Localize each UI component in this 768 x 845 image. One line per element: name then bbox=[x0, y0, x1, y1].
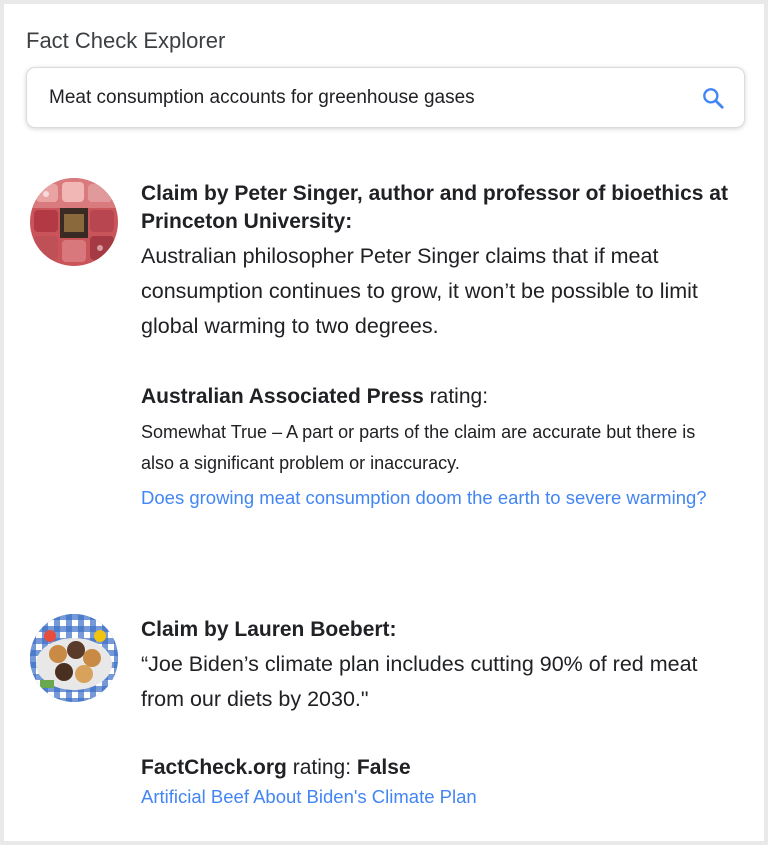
article-link[interactable]: Does growing meat consumption doom the e… bbox=[141, 482, 731, 514]
article-link[interactable]: Artificial Beef About Biden's Climate Pl… bbox=[141, 781, 731, 813]
rating-description: Somewhat True – A part or parts of the c… bbox=[141, 422, 696, 473]
search-box[interactable] bbox=[26, 67, 745, 128]
search-input[interactable] bbox=[49, 68, 689, 127]
publisher-name: FactCheck.org bbox=[141, 756, 287, 779]
rating-label: rating: bbox=[423, 385, 489, 408]
rating-line: Australian Associated Press rating: bbox=[141, 383, 731, 411]
rating-label: rating: bbox=[286, 756, 357, 779]
fact-check-panel: Fact Check Explorer Meat consumption acc… bbox=[4, 4, 764, 841]
publisher-name: Australian Associated Press bbox=[141, 385, 424, 408]
claim-text: Australian philosopher Peter Singer clai… bbox=[141, 244, 698, 338]
claim-text: “Joe Biden’s climate plan includes cutti… bbox=[141, 652, 698, 711]
claimant: Claim by Peter Singer, author and profes… bbox=[141, 182, 728, 233]
rating-verdict: False bbox=[356, 756, 411, 779]
search-icon[interactable] bbox=[700, 85, 726, 111]
burgers-grill-thumbnail bbox=[30, 614, 118, 702]
rating-line: FactCheck.org rating: False bbox=[141, 754, 731, 782]
meat-display-thumbnail bbox=[30, 178, 118, 266]
claimant: Claim by Lauren Boebert: bbox=[141, 618, 397, 641]
app-title: Fact Check Explorer bbox=[26, 28, 226, 53]
